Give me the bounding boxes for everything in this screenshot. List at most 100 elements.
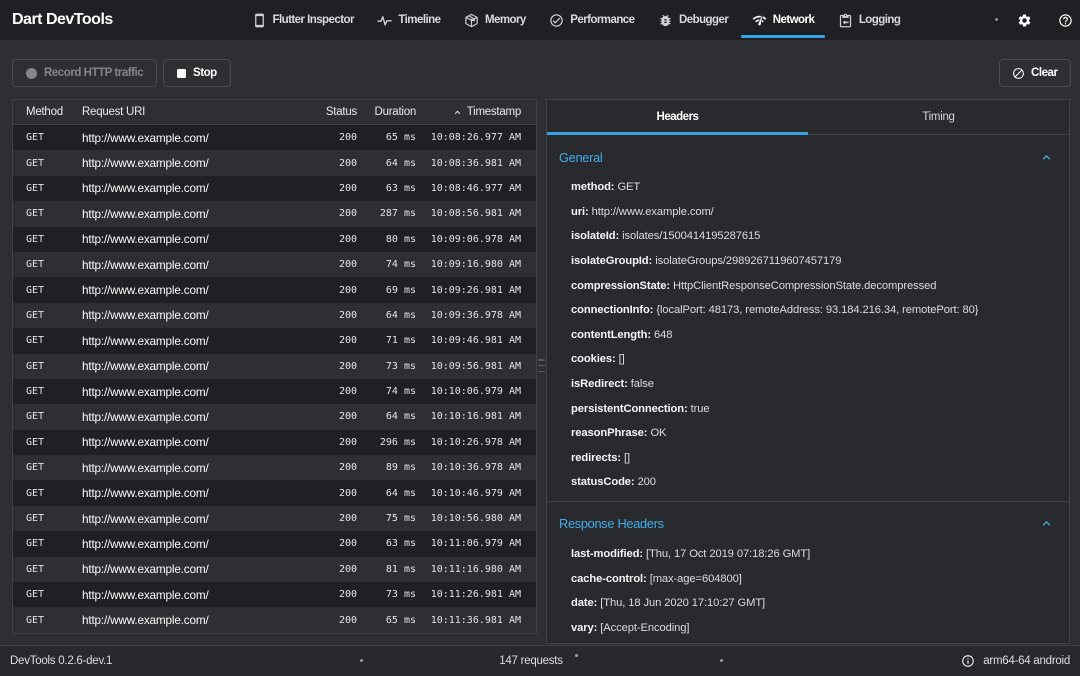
cell-status: 200	[338, 538, 357, 550]
column-header-status[interactable]: Status	[307, 106, 357, 118]
stop-icon	[177, 68, 186, 78]
cell-method: GET	[26, 411, 45, 423]
request-row[interactable]: GET http://www.example.com/ 200 80 ms 10…	[13, 226, 536, 252]
entry-key: redirects:	[571, 451, 624, 464]
tab-icon	[838, 13, 853, 28]
cell-request-uri: http://www.example.com/	[82, 486, 209, 501]
tab-headers[interactable]: Headers	[547, 100, 808, 135]
cell-method: GET	[26, 259, 45, 271]
cell-method: GET	[26, 386, 45, 398]
record-button-label: Record HTTP traffic	[44, 67, 144, 79]
cell-timestamp: 10:11:06.979 AM	[430, 538, 521, 550]
tab-timing[interactable]: Timing	[808, 100, 1069, 134]
help-icon[interactable]	[1058, 13, 1073, 28]
tab-label: Memory	[484, 14, 526, 26]
request-row[interactable]: GET http://www.example.com/ 200 287 ms 1…	[13, 201, 536, 227]
main-tab[interactable]: Memory	[453, 0, 536, 40]
clear-button[interactable]: Clear	[999, 59, 1071, 87]
clipboard-icon	[840, 13, 851, 27]
cell-status: 200	[338, 157, 357, 169]
request-row[interactable]: GET http://www.example.com/ 200 64 ms 10…	[13, 150, 536, 176]
request-row[interactable]: GET http://www.example.com/ 200 74 ms 10…	[13, 251, 536, 278]
general-entries: method: GET uri: http://www.example.com/…	[547, 175, 1069, 495]
request-row[interactable]: GET http://www.example.com/ 200 73 ms 10…	[13, 582, 536, 608]
general-section-header[interactable]: General	[547, 145, 1069, 169]
request-row[interactable]: GET http://www.example.com/ 200 75 ms 10…	[13, 505, 536, 532]
request-row[interactable]: GET http://www.example.com/ 200 73 ms 10…	[13, 353, 536, 379]
main-tab[interactable]: Performance	[539, 0, 645, 40]
device-info-label: arm64-64 android	[983, 655, 1070, 667]
header-entry: persistentConnection: true	[547, 396, 1069, 421]
request-row[interactable]: GET http://www.example.com/ 200 74 ms 10…	[13, 378, 536, 405]
cell-duration: 75 ms	[385, 513, 416, 525]
main-tab[interactable]: Logging	[827, 0, 911, 40]
request-row[interactable]: GET http://www.example.com/ 200 81 ms 10…	[13, 556, 536, 583]
entry-value: HttpClientResponseCompressionState.decom…	[673, 279, 937, 292]
header-entry: cache-control: [max-age=604800]	[547, 566, 1069, 591]
cell-duration: 74 ms	[385, 386, 416, 398]
request-row[interactable]: GET http://www.example.com/ 200 63 ms 10…	[13, 531, 536, 557]
cell-status: 200	[338, 284, 357, 296]
cell-method: GET	[26, 487, 45, 499]
main-tab[interactable]: Timeline	[367, 0, 451, 40]
cell-timestamp: 10:10:26.978 AM	[430, 436, 521, 448]
cell-timestamp: 10:10:36.978 AM	[430, 462, 521, 474]
request-row[interactable]: GET http://www.example.com/ 200 64 ms 10…	[13, 302, 536, 329]
cell-request-uri: http://www.example.com/	[82, 435, 209, 450]
main-tab[interactable]: Network	[741, 0, 825, 40]
header-entry: isolateId: isolates/1500414195287615	[547, 224, 1069, 249]
cell-timestamp: 10:08:36.981 AM	[430, 157, 521, 169]
request-row[interactable]: GET http://www.example.com/ 200 71 ms 10…	[13, 328, 536, 354]
header-entry: contentLength: 648	[547, 323, 1069, 348]
device-info: arm64-64 android	[961, 646, 1070, 676]
details-content: General method: GET uri: http://www.exam…	[547, 135, 1069, 640]
cell-request-uri: http://www.example.com/	[82, 613, 209, 628]
response-headers-section-header[interactable]: Response Headers	[547, 512, 1069, 536]
collapse-chevron-up-icon[interactable]	[1039, 150, 1054, 165]
column-header-request-uri[interactable]: Request URI	[82, 106, 307, 118]
collapse-chevron-up-icon[interactable]	[1039, 516, 1054, 531]
request-row[interactable]: GET http://www.example.com/ 200 64 ms 10…	[13, 480, 536, 506]
main-tab[interactable]: Debugger	[648, 0, 739, 40]
split-divider-handle[interactable]	[538, 359, 545, 372]
tab-label: Performance	[570, 14, 635, 26]
cell-status: 200	[338, 132, 357, 144]
package-icon	[466, 14, 477, 26]
cell-timestamp: 10:11:16.980 AM	[430, 563, 521, 575]
cell-request-uri: http://www.example.com/	[82, 409, 209, 424]
entry-key: vary:	[571, 621, 601, 634]
column-header-method[interactable]: Method	[26, 106, 82, 118]
main-tab[interactable]: Flutter Inspector	[241, 0, 364, 40]
request-row[interactable]: GET http://www.example.com/ 200 65 ms 10…	[13, 125, 536, 151]
cell-duration: 65 ms	[385, 614, 416, 626]
entry-value: 200	[637, 476, 656, 489]
entry-key: cache-control:	[571, 572, 650, 585]
cell-request-uri: http://www.example.com/	[82, 333, 209, 348]
request-row[interactable]: GET http://www.example.com/ 200 63 ms 10…	[13, 175, 536, 202]
entry-key: uri:	[571, 205, 592, 218]
cell-method: GET	[26, 157, 45, 169]
request-row[interactable]: GET http://www.example.com/ 200 296 ms 1…	[13, 429, 536, 456]
entry-key: compressionState:	[571, 279, 674, 292]
request-row[interactable]: GET http://www.example.com/ 200 64 ms 10…	[13, 404, 536, 430]
info-icon[interactable]	[961, 654, 975, 668]
main-tab-bar: Flutter Inspector Timeline Memory Perfor…	[241, 0, 911, 40]
request-row[interactable]: GET http://www.example.com/ 200 69 ms 10…	[13, 277, 536, 303]
app-bar: Dart DevTools Flutter Inspector Timeline…	[0, 0, 1080, 40]
tab-icon	[252, 13, 267, 28]
entry-value: http://www.example.com/	[591, 205, 714, 218]
record-http-traffic-button[interactable]: Record HTTP traffic	[12, 59, 158, 87]
requests-table: Method Request URI Status Duration Times…	[12, 99, 537, 634]
tab-label: Timeline	[398, 14, 441, 26]
cell-method: GET	[26, 513, 45, 525]
stop-button[interactable]: Stop	[163, 59, 231, 87]
cell-timestamp: 10:09:16.980 AM	[430, 259, 521, 271]
sort-ascending-icon	[452, 107, 463, 118]
cell-method: GET	[26, 538, 45, 550]
cell-method: GET	[26, 132, 45, 144]
settings-gear-icon[interactable]	[1017, 13, 1032, 28]
column-header-duration[interactable]: Duration	[357, 106, 417, 118]
request-row[interactable]: GET http://www.example.com/ 200 65 ms 10…	[13, 607, 536, 633]
column-header-timestamp[interactable]: Timestamp	[416, 106, 521, 118]
request-row[interactable]: GET http://www.example.com/ 200 89 ms 10…	[13, 455, 536, 481]
